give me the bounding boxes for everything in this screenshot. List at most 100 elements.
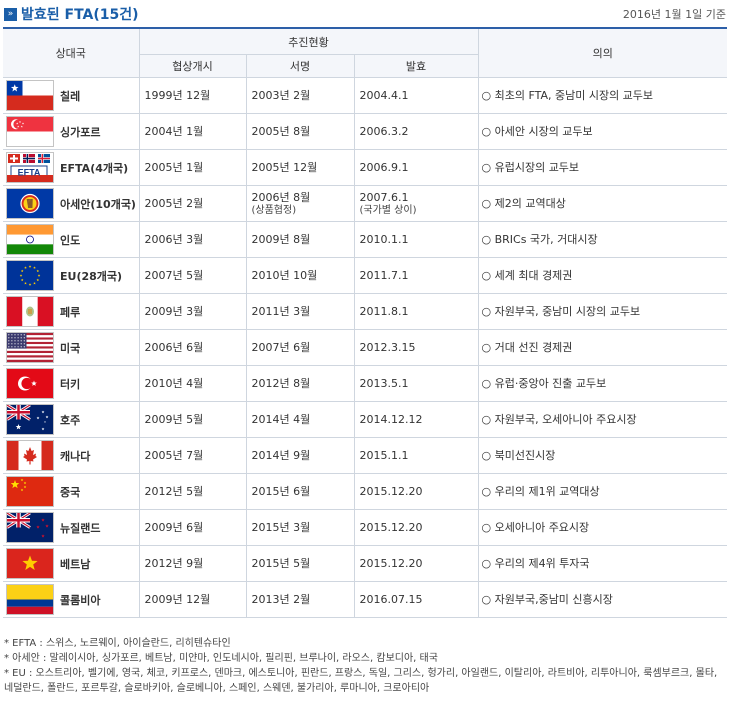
significance-cell: ○ 유럽·중앙아 진출 교두보 [477,365,727,402]
effective-cell: 2004.4.1 [353,77,479,114]
signed-note: (상품협정) [251,204,297,216]
asean-flag [6,188,54,219]
signed-date: 2010년 10월 [251,269,318,282]
signed-cell: 2011년 3월 [245,293,355,330]
signed-cell: 2013년 2월 [245,581,355,618]
partner-cell: 호주 [3,401,140,438]
effective-date: 2006.9.1 [359,161,409,174]
effective-date: 2013.5.1 [359,377,409,390]
efta-flag: EFTA [6,152,54,183]
table-row: 칠레 1999년 12월 2003년 2월 2004.4.1 ○ 최초의 FTA… [3,77,727,114]
effective-date: 2015.12.20 [359,557,423,570]
significance-text: ○ 거대 선진 경제권 [481,341,573,354]
effective-date: 2015.12.20 [359,521,423,534]
china-flag [6,476,54,507]
country-name: 칠레 [60,89,81,103]
significance-text: ○ 자원부국, 중남미 시장의 교두보 [481,305,641,318]
usa-flag [6,332,54,363]
start-date: 2007년 5월 [144,269,204,282]
significance-text: ○ 세계 최대 경제권 [481,269,573,282]
effective-cell: 2006.9.1 [353,149,479,186]
canada-flag [6,440,54,471]
country-name: 싱가포르 [60,125,101,139]
effective-date: 2015.12.20 [359,485,423,498]
start-cell: 2006년 3월 [138,221,247,258]
australia-flag [6,404,54,435]
col-header-status: 추진현황 [138,27,479,55]
significance-cell: ○ 최초의 FTA, 중남미 시장의 교두보 [477,77,727,114]
effective-cell: 2012.3.15 [353,329,479,366]
start-cell: 2006년 6월 [138,329,247,366]
partner-cell: 인도 [3,221,140,258]
signed-cell: 2003년 2월 [245,77,355,114]
vietnam-flag [6,548,54,579]
country-name: EFTA(4개국) [60,161,129,175]
effective-cell: 2006.3.2 [353,113,479,150]
effective-date: 2014.12.12 [359,413,423,426]
partner-cell: 칠레 [3,77,140,114]
india-flag [6,224,54,255]
significance-text: ○ 자원부국,중남미 신흥시장 [481,593,613,606]
significance-text: ○ 제2의 교역대상 [481,197,566,210]
start-cell: 2005년 7월 [138,437,247,474]
signed-date: 2006년 8월 [251,190,311,204]
significance-text: ○ 우리의 제1위 교역대상 [481,485,600,498]
partner-cell: 페루 [3,293,140,330]
table-row: 싱가포르 2004년 1월 2005년 8월 2006.3.2 ○ 아세안 시장… [3,113,727,150]
table-row: 인도 2006년 3월 2009년 8월 2010.1.1 ○ BRICs 국가… [3,221,727,258]
start-date: 2005년 7월 [144,449,204,462]
footnote-eu: * EU : 오스트리아, 벨기에, 영국, 체코, 키프로스, 덴마크, 에스… [4,668,718,694]
country-name: 인도 [60,233,81,247]
table-row: 페루 2009년 3월 2011년 3월 2011.8.1 ○ 자원부국, 중남… [3,293,727,330]
effective-date: 2010.1.1 [359,233,409,246]
col-header-start: 협상개시 [139,54,247,78]
table-row: 호주 2009년 5월 2014년 4월 2014.12.12 ○ 자원부국, … [3,401,727,438]
table-row: 베트남 2012년 9월 2015년 5월 2015.12.20 ○ 우리의 제… [3,545,727,582]
col-header-significance: 의의 [477,27,727,78]
partner-cell: 아세안(10개국) [3,185,140,222]
significance-cell: ○ 자원부국, 오세아니아 주요시장 [477,401,727,438]
start-cell: 2005년 2월 [138,185,247,222]
country-name: 호주 [60,413,81,427]
start-date: 2009년 6월 [144,521,204,534]
signed-date: 2013년 2월 [251,593,311,606]
start-date: 2005년 2월 [144,197,204,210]
effective-date: 2006.3.2 [359,125,409,138]
partner-cell: 미국 [3,329,140,366]
effective-date: 2004.4.1 [359,89,409,102]
table-row: EU(28개국) 2007년 5월 2010년 10월 2011.7.1 ○ 세… [3,257,727,294]
effective-cell: 2013.5.1 [353,365,479,402]
reference-date: 2016년 1월 1일 기준 [622,8,726,21]
signed-date: 2015년 5월 [251,557,311,570]
significance-text: ○ BRICs 국가, 거대시장 [481,233,598,246]
start-cell: 2005년 1월 [138,149,247,186]
col-header-partner: 상대국 [3,27,140,78]
country-name: EU(28개국) [60,269,123,283]
significance-text: ○ 아세안 시장의 교두보 [481,125,593,138]
significance-text: ○ 오세아니아 주요시장 [481,521,590,534]
significance-cell: ○ 세계 최대 경제권 [477,257,727,294]
start-date: 2006년 3월 [144,233,204,246]
start-cell: 2012년 5월 [138,473,247,510]
table-row: 미국 2006년 6월 2007년 6월 2012.3.15 ○ 거대 선진 경… [3,329,727,366]
footnotes: * EFTA : 스위스, 노르웨이, 아이슬란드, 리히텐슈타인 * 아세안 … [4,636,726,696]
significance-cell: ○ BRICs 국가, 거대시장 [477,221,727,258]
col-header-signed: 서명 [245,54,355,78]
col-header-effective: 발효 [353,54,478,78]
significance-cell: ○ 자원부국, 중남미 시장의 교두보 [477,293,727,330]
country-name: 미국 [60,341,81,355]
significance-cell: ○ 유럽시장의 교두보 [477,149,727,186]
signed-date: 2005년 12월 [251,161,318,174]
country-name: 아세안(10개국) [60,197,136,211]
partner-cell: 중국 [3,473,140,510]
table-row: 터키 2010년 4월 2012년 8월 2013.5.1 ○ 유럽·중앙아 진… [3,365,727,402]
start-cell: 2004년 1월 [138,113,247,150]
start-cell: 2007년 5월 [138,257,247,294]
significance-cell: ○ 우리의 제4위 투자국 [477,545,727,582]
footnote-efta: * EFTA : 스위스, 노르웨이, 아이슬란드, 리히텐슈타인 [4,638,231,649]
start-cell: 2009년 5월 [138,401,247,438]
chile-flag [6,80,54,111]
country-name: 베트남 [60,557,91,571]
significance-text: ○ 최초의 FTA, 중남미 시장의 교두보 [481,89,654,102]
significance-text: ○ 유럽·중앙아 진출 교두보 [481,377,607,390]
